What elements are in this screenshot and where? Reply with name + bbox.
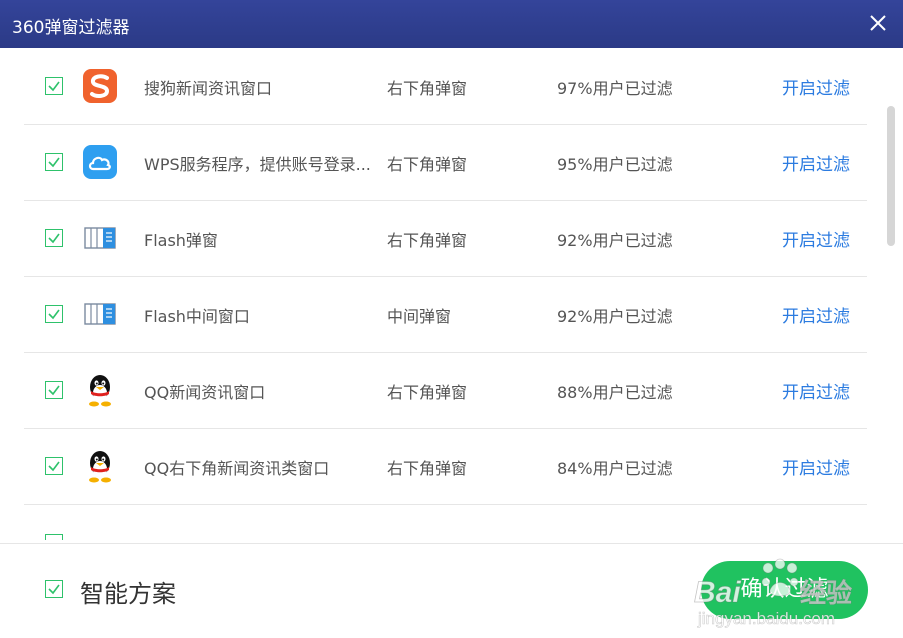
filter-list: 搜狗新闻资讯窗口 右下角弹窗 97%用户已过滤 开启过滤 WPS服务程序，提供账… (0, 48, 903, 540)
enable-filter-link[interactable]: 开启过滤 (782, 150, 850, 175)
row-checkbox[interactable] (45, 457, 63, 475)
smart-plan-label: 智能方案 (80, 580, 176, 608)
footer-bar: 智能方案 确认过滤 Bai 经验 jingyan.baidu.com (0, 543, 903, 634)
scrollbar-thumb[interactable] (887, 106, 895, 246)
qq-penguin-icon (82, 448, 118, 484)
list-item-partial (24, 504, 867, 540)
row-checkbox[interactable] (45, 534, 63, 540)
enable-filter-link[interactable]: 开启过滤 (782, 302, 850, 327)
row-type: 右下角弹窗 (387, 231, 468, 250)
flash-window-icon (82, 296, 118, 332)
row-name: Flash弹窗 (144, 231, 218, 250)
row-type: 右下角弹窗 (387, 459, 468, 478)
row-type: 右下角弹窗 (387, 155, 468, 174)
row-checkbox[interactable] (45, 305, 63, 323)
row-name: QQ右下角新闻资讯类窗口 (144, 459, 330, 478)
enable-filter-link[interactable]: 开启过滤 (782, 454, 850, 479)
close-icon[interactable] (865, 10, 891, 36)
list-item: Flash中间窗口 中间弹窗 92%用户已过滤 开启过滤 (24, 276, 867, 353)
qq-penguin-icon (82, 372, 118, 408)
row-rate: 97%用户已过滤 (557, 79, 673, 98)
row-name: QQ新闻资讯窗口 (144, 383, 266, 402)
row-type: 中间弹窗 (387, 307, 452, 326)
row-name: 搜狗新闻资讯窗口 (144, 79, 273, 98)
row-checkbox[interactable] (45, 77, 63, 95)
title-bar: 360弹窗过滤器 (0, 0, 903, 48)
row-checkbox[interactable] (45, 153, 63, 171)
row-rate: 92%用户已过滤 (557, 307, 673, 326)
row-rate: 95%用户已过滤 (557, 155, 673, 174)
list-item: 搜狗新闻资讯窗口 右下角弹窗 97%用户已过滤 开启过滤 (24, 48, 867, 125)
row-type: 右下角弹窗 (387, 383, 468, 402)
enable-filter-link[interactable]: 开启过滤 (782, 226, 850, 251)
sogou-icon (82, 524, 118, 540)
row-name: WPS服务程序，提供账号登录... (144, 155, 371, 174)
row-rate: 84%用户已过滤 (557, 459, 673, 478)
enable-filter-link[interactable]: 开启过滤 (782, 74, 850, 99)
confirm-filter-button[interactable]: 确认过滤 (701, 561, 868, 619)
list-item: Flash弹窗 右下角弹窗 92%用户已过滤 开启过滤 (24, 200, 867, 277)
row-rate: 92%用户已过滤 (557, 231, 673, 250)
list-item: QQ新闻资讯窗口 右下角弹窗 88%用户已过滤 开启过滤 (24, 352, 867, 429)
list-item: QQ右下角新闻资讯类窗口 右下角弹窗 84%用户已过滤 开启过滤 (24, 428, 867, 505)
list-item: WPS服务程序，提供账号登录... 右下角弹窗 95%用户已过滤 开启过滤 (24, 124, 867, 201)
sogou-icon (82, 68, 118, 104)
enable-filter-link[interactable]: 开启过滤 (782, 378, 850, 403)
row-name: Flash中间窗口 (144, 307, 250, 326)
row-checkbox[interactable] (45, 229, 63, 247)
window-title: 360弹窗过滤器 (12, 18, 130, 38)
flash-window-icon (82, 220, 118, 256)
row-checkbox[interactable] (45, 381, 63, 399)
cloud-icon (82, 144, 118, 180)
row-type: 右下角弹窗 (387, 79, 468, 98)
smart-plan-checkbox[interactable] (45, 580, 63, 598)
row-rate: 88%用户已过滤 (557, 383, 673, 402)
